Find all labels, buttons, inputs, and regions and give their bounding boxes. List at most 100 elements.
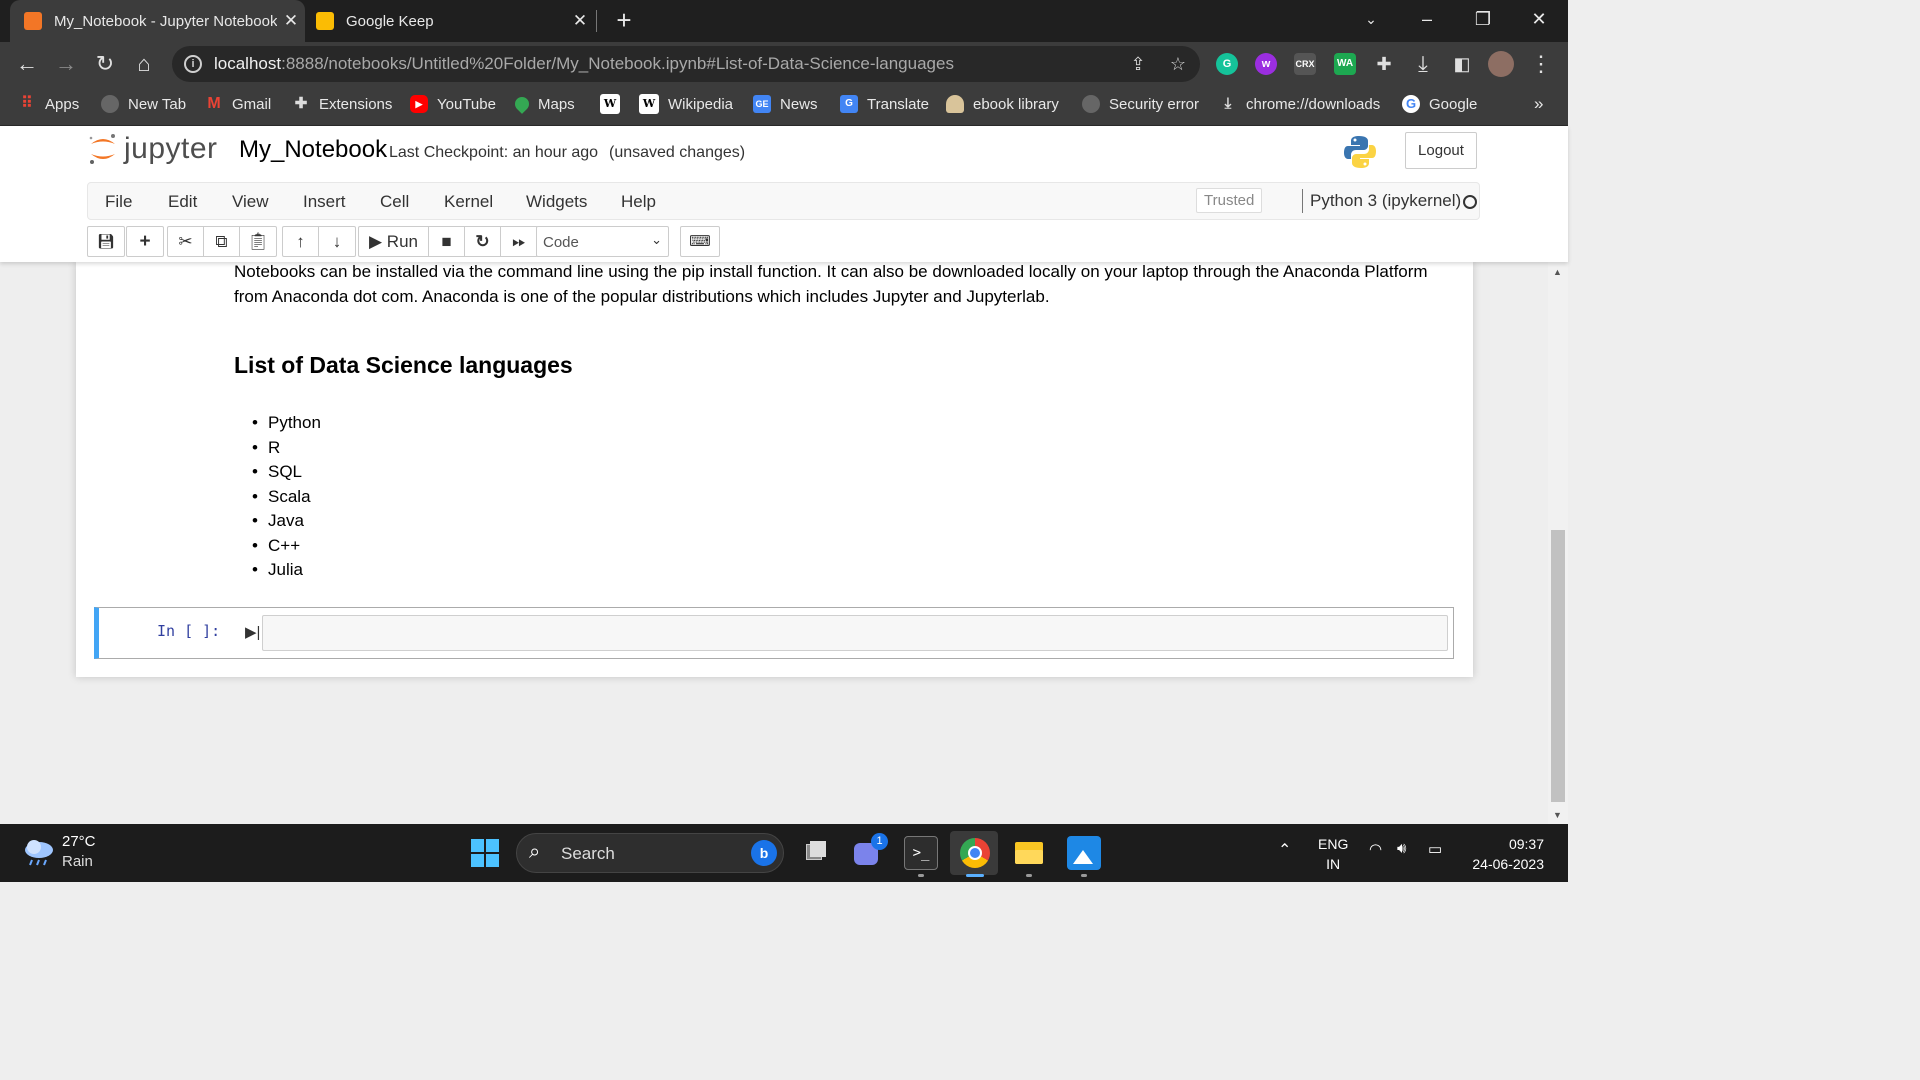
chrome-menu-icon[interactable]: ⋮ xyxy=(1527,50,1555,78)
move-up-icon[interactable]: ↑ xyxy=(283,227,319,256)
chrome-icon[interactable] xyxy=(950,831,998,875)
bookmark-wikipedia[interactable]: W Wikipedia xyxy=(639,86,733,122)
list-item: Python xyxy=(234,410,321,435)
grammarly-icon[interactable]: G xyxy=(1216,53,1238,75)
cell-type-select[interactable]: Code ⌄ xyxy=(536,226,669,257)
task-view-icon[interactable] xyxy=(798,836,832,870)
bookmark-star-icon[interactable]: ☆ xyxy=(1166,52,1190,76)
menu-widgets[interactable]: Widgets xyxy=(526,192,587,212)
menu-kernel[interactable]: Kernel xyxy=(444,192,493,212)
terminal-icon[interactable]: >_ xyxy=(904,836,938,870)
menu-cell[interactable]: Cell xyxy=(380,192,409,212)
bookmark-news[interactable]: GE News xyxy=(753,86,818,122)
teams-chat-icon[interactable]: 1 xyxy=(851,833,888,870)
run-button[interactable]: ▶ Run xyxy=(359,227,429,256)
save-icon[interactable]: 💾︎ xyxy=(88,227,124,256)
scroll-down-icon[interactable]: ▼ xyxy=(1553,810,1562,820)
notebook-name[interactable]: My_Notebook xyxy=(239,136,387,164)
bing-icon[interactable]: b xyxy=(751,840,777,866)
wikiwand-icon[interactable]: w xyxy=(1255,53,1277,75)
taskbar-search[interactable]: ⌕ Search b xyxy=(516,833,784,873)
bookmark-ebook-library[interactable]: ebook library xyxy=(946,86,1059,122)
menu-view[interactable]: View xyxy=(232,192,269,212)
home-button[interactable]: ⌂ xyxy=(130,50,158,78)
notification-badge: 1 xyxy=(871,833,888,850)
insert-cell-below-icon[interactable]: + xyxy=(127,227,163,256)
wikipedia-icon: W xyxy=(639,94,659,114)
profile-avatar[interactable] xyxy=(1488,51,1514,77)
bookmark-extensions[interactable]: ✚ Extensions xyxy=(292,86,393,122)
page-scrollbar[interactable]: ▲ ▼ xyxy=(1548,262,1568,824)
logout-button[interactable]: Logout xyxy=(1405,132,1477,169)
address-bar[interactable]: i localhost:8888/notebooks/Untitled%20Fo… xyxy=(172,46,1200,82)
tab-search-icon[interactable]: ⌄ xyxy=(1346,0,1396,40)
trusted-indicator[interactable]: Trusted xyxy=(1196,188,1263,213)
restart-run-all-icon[interactable]: ⏩︎ xyxy=(501,227,537,256)
checkpoint-status: Last Checkpoint: an hour ago xyxy=(389,144,599,161)
side-panel-icon[interactable]: ◧ xyxy=(1448,50,1476,78)
menu-file[interactable]: File xyxy=(105,192,132,212)
download-icon[interactable]: ⤓ xyxy=(1409,50,1437,78)
move-down-icon[interactable]: ↓ xyxy=(319,227,355,256)
weather-condition[interactable]: Rain xyxy=(62,853,93,870)
bookmark-maps[interactable]: Maps xyxy=(512,86,575,122)
jupyter-logo[interactable]: jupyter xyxy=(88,132,218,166)
keyboard-icon[interactable]: ⌨ xyxy=(681,227,719,256)
rain-cloud-icon[interactable] xyxy=(22,838,56,866)
code-input[interactable] xyxy=(262,615,1448,651)
run-cell-icon[interactable]: ▶︎| xyxy=(245,623,260,641)
menu-help[interactable]: Help xyxy=(621,192,656,212)
save-group: 💾︎ xyxy=(87,226,125,257)
menu-edit[interactable]: Edit xyxy=(168,192,197,212)
system-clock[interactable]: 09:37 24-06-2023 xyxy=(1466,834,1544,874)
url-text[interactable]: localhost:8888/notebooks/Untitled%20Fold… xyxy=(214,54,954,74)
interrupt-kernel-icon[interactable]: ■ xyxy=(429,227,465,256)
whatsapp-icon[interactable]: WA xyxy=(1334,53,1356,75)
photos-icon[interactable] xyxy=(1067,836,1101,870)
close-window-button[interactable]: ✕ xyxy=(1514,0,1564,40)
scroll-up-icon[interactable]: ▲ xyxy=(1553,267,1562,277)
close-tab-icon[interactable]: ✕ xyxy=(277,11,305,31)
file-explorer-icon[interactable] xyxy=(1012,836,1046,870)
kernel-name[interactable]: Python 3 (ipykernel) xyxy=(1310,191,1461,211)
bookmark-new-tab[interactable]: New Tab xyxy=(101,86,186,122)
crx-icon[interactable]: CRX xyxy=(1294,53,1316,75)
google-g-icon: G xyxy=(1402,95,1420,113)
maps-pin-icon xyxy=(512,94,532,114)
paste-icon[interactable]: 📋︎ xyxy=(240,227,276,256)
close-tab-icon[interactable]: ✕ xyxy=(566,11,594,31)
battery-icon[interactable]: ▭ xyxy=(1428,840,1442,858)
bookmark-translate[interactable]: G Translate xyxy=(840,86,929,122)
windows-start-icon[interactable] xyxy=(468,836,502,870)
more-bookmarks-button[interactable]: » xyxy=(1534,86,1543,122)
restore-button[interactable]: ❐ xyxy=(1458,0,1508,40)
share-icon[interactable]: ⇪ xyxy=(1126,52,1150,76)
menu-insert[interactable]: Insert xyxy=(303,192,346,212)
code-cell[interactable]: In [ ]: ▶︎| xyxy=(94,607,1454,659)
new-tab-button[interactable]: + xyxy=(610,6,638,34)
extensions-puzzle-icon[interactable]: ✚ xyxy=(1370,50,1398,78)
bookmark-security-error[interactable]: Security error xyxy=(1082,86,1199,122)
bookmark-chrome-downloads[interactable]: ⤓ chrome://downloads xyxy=(1219,86,1381,122)
back-button[interactable]: ← xyxy=(13,50,41,78)
restart-kernel-icon[interactable]: ↻ xyxy=(465,227,501,256)
scrollbar-thumb[interactable] xyxy=(1551,530,1565,802)
copy-icon[interactable]: ⧉ xyxy=(204,227,240,256)
tab-google-keep[interactable]: Google Keep ✕ xyxy=(308,0,594,42)
bookmark-wikipedia-w[interactable]: W xyxy=(600,86,629,122)
wifi-icon[interactable]: ◠ xyxy=(1369,840,1382,858)
forward-button[interactable]: → xyxy=(52,50,80,78)
show-hidden-icons[interactable]: ⌃ xyxy=(1278,840,1291,860)
site-info-icon[interactable]: i xyxy=(184,55,202,73)
tab-jupyter-notebook[interactable]: My_Notebook - Jupyter Notebook ✕ xyxy=(10,0,305,42)
cut-icon[interactable]: ✂ xyxy=(168,227,204,256)
language-indicator[interactable]: ENG IN xyxy=(1318,834,1348,874)
bookmark-google[interactable]: G Google xyxy=(1402,86,1477,122)
reload-button[interactable]: ↻ xyxy=(91,50,119,78)
weather-temperature[interactable]: 27°C xyxy=(62,833,96,850)
bookmark-youtube[interactable]: ▶ YouTube xyxy=(410,86,496,122)
bookmark-gmail[interactable]: M Gmail xyxy=(205,86,271,122)
volume-icon[interactable]: 🔊︎ xyxy=(1397,840,1406,857)
bookmark-apps[interactable]: ⠿ Apps xyxy=(18,86,79,122)
minimize-button[interactable]: – xyxy=(1402,0,1452,40)
